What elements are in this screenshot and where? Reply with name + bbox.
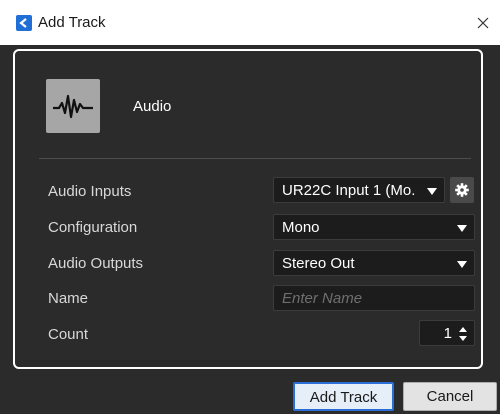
waveform-icon xyxy=(53,94,93,119)
chevron-down-icon xyxy=(457,261,467,268)
audio-inputs-dropdown[interactable]: UR22C Input 1 (Mo. xyxy=(273,177,445,203)
count-stepper[interactable]: 1 xyxy=(419,320,475,346)
configuration-value: Mono xyxy=(282,219,320,236)
name-label: Name xyxy=(48,290,89,307)
count-value: 1 xyxy=(443,325,452,342)
count-label: Count xyxy=(48,326,89,343)
configuration-label: Configuration xyxy=(48,219,138,236)
track-type-label: Audio xyxy=(133,98,172,115)
track-type-button[interactable] xyxy=(46,79,100,133)
gear-icon xyxy=(455,183,469,197)
close-icon xyxy=(477,17,489,29)
back-arrow-icon xyxy=(16,15,32,31)
cancel-button[interactable]: Cancel xyxy=(403,382,497,411)
configuration-dropdown[interactable]: Mono xyxy=(273,214,475,240)
audio-outputs-dropdown[interactable]: Stereo Out xyxy=(273,250,475,276)
name-input[interactable] xyxy=(273,285,475,311)
chevron-down-icon xyxy=(427,188,437,195)
audio-outputs-value: Stereo Out xyxy=(282,255,355,272)
window-title: Add Track xyxy=(38,14,106,31)
chevron-down-icon xyxy=(457,225,467,232)
track-settings-panel: Audio Audio Inputs UR22C Input 1 (Mo. Co… xyxy=(13,49,483,369)
close-button[interactable] xyxy=(470,10,496,36)
audio-inputs-label: Audio Inputs xyxy=(48,183,132,200)
audio-inputs-value: UR22C Input 1 (Mo. xyxy=(282,182,416,199)
audio-outputs-label: Audio Outputs xyxy=(48,255,144,272)
stepper-arrows-icon[interactable] xyxy=(458,326,468,342)
divider xyxy=(39,158,471,159)
add-track-button[interactable]: Add Track xyxy=(293,382,394,411)
title-bar: Add Track xyxy=(0,0,500,45)
input-settings-button[interactable] xyxy=(450,177,474,203)
